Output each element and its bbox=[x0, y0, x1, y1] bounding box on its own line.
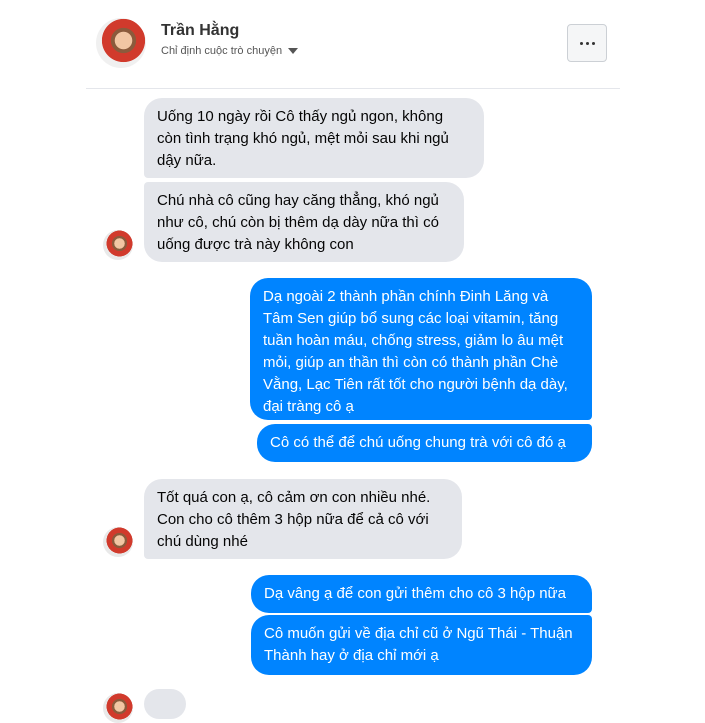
more-horizontal-icon bbox=[579, 41, 583, 45]
typing-indicator bbox=[144, 689, 186, 719]
conversation-settings-link[interactable]: Chỉ định cuộc trò chuyện bbox=[161, 45, 299, 57]
header-divider bbox=[86, 88, 620, 89]
conversation-header: Trần Hằng Chỉ định cuộc trò chuyện bbox=[0, 0, 705, 88]
message-incoming: Chú nhà cô cũng hay căng thẳng, khó ngủ … bbox=[144, 182, 464, 262]
message-outgoing: Cô có thể để chú uống chung trà với cô đ… bbox=[257, 424, 592, 462]
contact-name[interactable]: Trần Hằng bbox=[161, 22, 239, 40]
caret-down-icon bbox=[288, 48, 299, 54]
message-incoming: Uống 10 ngày rồi Cô thấy ngủ ngon, không… bbox=[144, 98, 484, 178]
message-outgoing: Dạ vâng ạ để con gửi thêm cho cô 3 hộp n… bbox=[251, 575, 592, 613]
contact-avatar[interactable] bbox=[96, 18, 146, 68]
message-outgoing: Dạ ngoài 2 thành phần chính Đinh Lăng và… bbox=[250, 278, 592, 420]
contact-avatar-small bbox=[103, 693, 133, 723]
message-incoming: Tốt quá con ạ, cô cảm ơn con nhiều nhé. … bbox=[144, 479, 462, 559]
contact-avatar-small bbox=[103, 230, 133, 260]
contact-avatar-small bbox=[103, 527, 133, 557]
conversation-settings-label: Chỉ định cuộc trò chuyện bbox=[161, 45, 283, 57]
more-options-button[interactable] bbox=[567, 24, 607, 62]
message-outgoing: Cô muốn gửi về địa chỉ cũ ở Ngũ Thái - T… bbox=[251, 615, 592, 675]
